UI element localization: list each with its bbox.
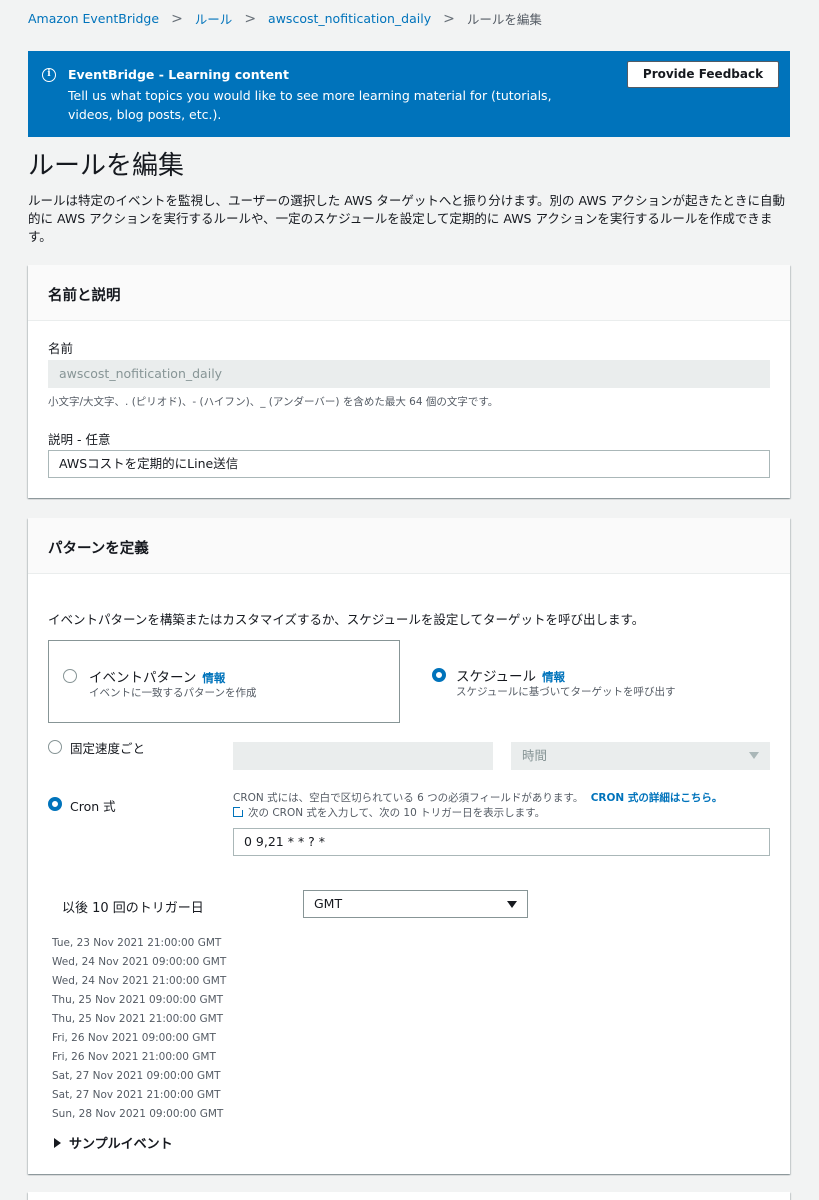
page-description: ルールは特定のイベントを監視し、ユーザーの選択した AWS ターゲットへと振り分… [28, 193, 785, 244]
caret-down-icon [507, 901, 517, 908]
trigger-date: Sun, 28 Nov 2021 09:00:00 GMT [52, 1108, 224, 1120]
chevron-right-icon: > [171, 10, 183, 27]
sample-event-toggle[interactable]: サンプルイベント [54, 1133, 173, 1152]
cron-label: Cron 式 [70, 799, 116, 814]
cron-radio[interactable] [48, 797, 62, 811]
fixed-rate-value-input [233, 742, 493, 770]
caret-right-icon [54, 1138, 61, 1148]
banner-title: EventBridge - Learning content [68, 67, 289, 82]
trigger-date: Tue, 23 Nov 2021 21:00:00 GMT [52, 937, 222, 949]
breadcrumb-link-rule[interactable]: awscost_nofitication_daily [268, 11, 431, 26]
schedule-tile[interactable]: スケジュール 情報 スケジュールに基づいてターゲットを呼び出す [420, 640, 770, 723]
panel-title: パターンを定義 [28, 518, 790, 574]
pattern-intro: イベントパターンを構築またはカスタマイズするか、スケジュールを設定してターゲット… [48, 612, 645, 627]
description-input[interactable]: AWSコストを定期的にLine送信 [48, 450, 770, 478]
event-pattern-label-row: イベントパターン 情報 [89, 666, 225, 686]
external-link-icon [233, 805, 245, 817]
event-pattern-radio[interactable] [63, 669, 77, 683]
caret-down-icon [749, 752, 759, 759]
fixed-rate-unit-select: 時間 [511, 742, 770, 770]
timezone-select[interactable]: GMT [303, 890, 528, 918]
event-pattern-info-link[interactable]: 情報 [202, 671, 225, 685]
info-icon: i [42, 68, 56, 82]
fixed-rate-unit-value: 時間 [522, 748, 548, 763]
trigger-date: Sat, 27 Nov 2021 21:00:00 GMT [52, 1089, 221, 1101]
chevron-right-icon: > [443, 10, 455, 27]
timezone-value: GMT [314, 896, 343, 911]
fixed-rate-label: 固定速度ごと [70, 741, 146, 756]
learning-content-banner: i EventBridge - Learning content Tell us… [28, 51, 790, 137]
trigger-date: Wed, 24 Nov 2021 21:00:00 GMT [52, 975, 227, 987]
trigger-date: Sat, 27 Nov 2021 09:00:00 GMT [52, 1070, 221, 1082]
breadcrumb-current: ルールを編集 [466, 12, 542, 27]
breadcrumb-link-eventbridge[interactable]: Amazon EventBridge [28, 11, 159, 26]
name-hint: 小文字/大文字、. (ピリオド)、- (ハイフン)、_ (アンダーバー) を含め… [48, 396, 499, 408]
schedule-info-link[interactable]: 情報 [542, 670, 565, 684]
cron-details-link[interactable]: CRON 式の詳細はこちら。 [591, 792, 723, 804]
provide-feedback-button[interactable]: Provide Feedback [627, 61, 779, 88]
chevron-right-icon: > [244, 10, 257, 27]
breadcrumb-link-rules[interactable]: ルール [195, 9, 233, 28]
page-title: ルールを編集 [28, 151, 185, 181]
event-pattern-label: イベントパターン [89, 670, 197, 686]
name-label: 名前 [48, 341, 74, 356]
trigger-dates-label: 以後 10 回のトリガー日 [62, 901, 204, 916]
name-description-panel: 名前と説明 名前 awscost_nofitication_daily 小文字/… [28, 265, 790, 498]
next-panel [28, 1192, 790, 1200]
event-pattern-tile[interactable]: イベントパターン 情報 イベントに一致するパターンを作成 [48, 640, 400, 723]
schedule-desc: スケジュールに基づいてターゲットを呼び出す [456, 686, 676, 698]
panel-title: 名前と説明 [28, 265, 790, 321]
cron-help-text: CRON 式には、空白で区切られている 6 つの必須フィールドがあります。 [233, 792, 584, 804]
cron-expression-input[interactable]: 0 9,21 * * ? * [233, 828, 770, 856]
banner-body: Tell us what topics you would like to se… [68, 88, 552, 122]
event-pattern-desc: イベントに一致するパターンを作成 [89, 687, 257, 699]
trigger-date: Wed, 24 Nov 2021 09:00:00 GMT [52, 956, 227, 968]
sample-event-label: サンプルイベント [69, 1137, 173, 1152]
define-pattern-panel: パターンを定義 イベントパターンを構築またはカスタマイズするか、スケジュールを設… [28, 518, 790, 1174]
trigger-date: Fri, 26 Nov 2021 09:00:00 GMT [52, 1032, 216, 1044]
schedule-label-row: スケジュール 情報 [456, 665, 565, 685]
trigger-date: Thu, 25 Nov 2021 21:00:00 GMT [52, 1013, 224, 1025]
trigger-date: Fri, 26 Nov 2021 21:00:00 GMT [52, 1051, 216, 1063]
breadcrumb: Amazon EventBridge > ルール > awscost_nofit… [28, 9, 542, 28]
trigger-date: Thu, 25 Nov 2021 09:00:00 GMT [52, 994, 224, 1006]
fixed-rate-radio[interactable] [48, 740, 62, 754]
schedule-radio[interactable] [432, 668, 446, 682]
name-input: awscost_nofitication_daily [48, 360, 770, 388]
schedule-label: スケジュール [456, 669, 537, 685]
cron-help-text-2: 次の CRON 式を入力して、次の 10 トリガー日を表示します。 [248, 807, 546, 819]
cron-help: CRON 式には、空白で区切られている 6 つの必須フィールドがあります。 CR… [233, 791, 770, 821]
description-label: 説明 - 任意 [48, 432, 111, 447]
